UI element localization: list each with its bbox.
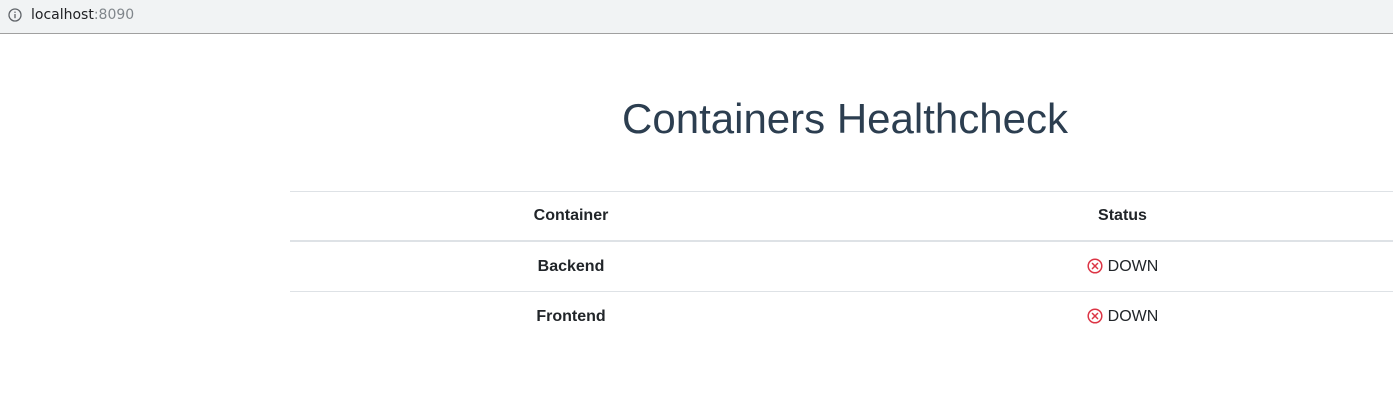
healthcheck-table: Container Status Backend DOWN Frontend D… <box>290 191 1393 341</box>
browser-address-bar[interactable]: localhost:8090 <box>0 0 1393 34</box>
page-title: Containers Healthcheck <box>622 95 1068 142</box>
container-name-cell: Frontend <box>290 291 852 341</box>
table-row: Backend DOWN <box>290 240 1393 292</box>
circle-x-icon <box>1087 257 1103 274</box>
status-text: DOWN <box>1107 307 1159 325</box>
column-header-status: Status <box>852 191 1393 242</box>
column-header-container: Container <box>290 191 852 242</box>
container-name-cell: Backend <box>290 240 852 292</box>
info-icon[interactable] <box>8 8 22 22</box>
circle-x-icon <box>1087 307 1103 324</box>
status-text: DOWN <box>1107 257 1159 275</box>
url-port: :8090 <box>93 7 135 23</box>
url-host: localhost <box>31 7 94 23</box>
url-text[interactable]: localhost:8090 <box>31 7 134 23</box>
table-header-row: Container Status <box>290 191 1393 242</box>
table-row: Frontend DOWN <box>290 291 1393 341</box>
status-cell: DOWN <box>852 291 1393 341</box>
status-cell: DOWN <box>852 240 1393 292</box>
